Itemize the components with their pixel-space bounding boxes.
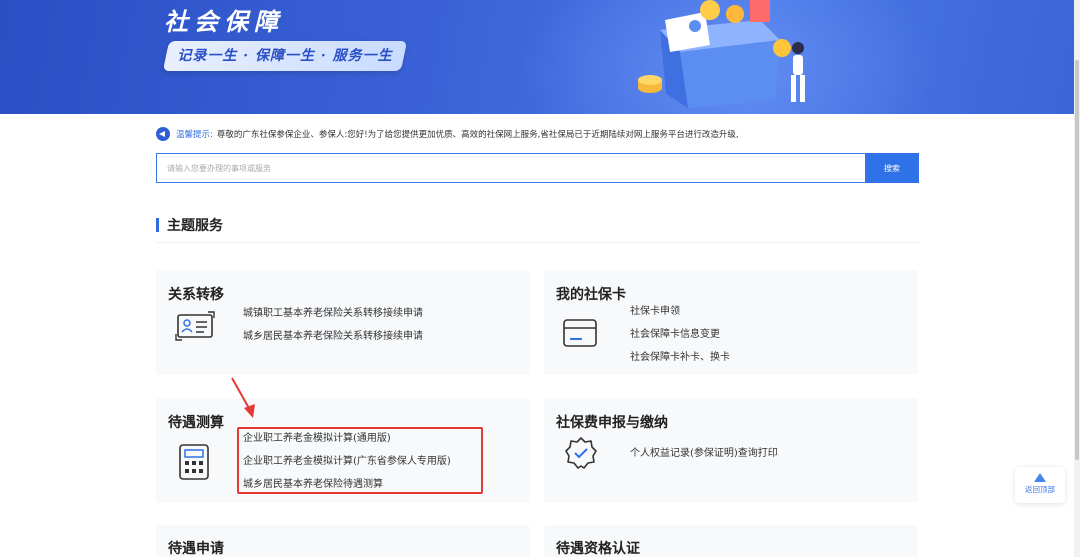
notice-label: 温馨提示: [176, 130, 213, 140]
card-qualify-title: 待遇资格认证 [556, 541, 640, 557]
megaphone-icon [156, 127, 170, 141]
link-card-replace[interactable]: 社会保障卡补卡、换卡 [630, 346, 730, 369]
bank-card-icon [563, 319, 597, 347]
card-qualify: 待遇资格认证 [544, 525, 918, 557]
notice-bar: 温馨提示: 尊敬的广东社保参保企业、参保人:您好!为了给您提供更加优质、高效的社… [156, 126, 918, 142]
section-title: 主题服务 [156, 216, 223, 234]
section-accent-bar [156, 218, 159, 232]
page: 社会保障 记录一生 · 保障一生 · 服务一生 温馨提示: 尊敬的广东社保参保企… [0, 0, 1080, 557]
banner-title: 社会保障 [164, 7, 284, 36]
card-social-card-title: 我的社保卡 [556, 287, 626, 303]
card-calc-title: 待遇测算 [168, 415, 224, 431]
highlight-box [237, 427, 483, 494]
card-payment-title: 社保费申报与缴纳 [556, 415, 668, 431]
link-card-info-change[interactable]: 社会保障卡信息变更 [630, 323, 730, 346]
page-scrollbar[interactable] [1074, 0, 1080, 557]
search-bar: 搜索 [156, 153, 919, 183]
banner-slogan: 记录一生 · 保障一生 · 服务一生 [162, 41, 408, 71]
search-button[interactable]: 搜索 [865, 153, 919, 183]
back-to-top-label: 返回顶部 [1025, 485, 1055, 494]
banner: 社会保障 记录一生 · 保障一生 · 服务一生 [0, 0, 1080, 114]
card-transfer-title: 关系转移 [168, 287, 224, 303]
section-title-text: 主题服务 [167, 218, 223, 234]
link-rural-transfer[interactable]: 城乡居民基本养老保险关系转移接续申请 [243, 325, 423, 348]
calculator-icon [179, 444, 209, 480]
link-urban-transfer[interactable]: 城镇职工基本养老保险关系转移接续申请 [243, 302, 423, 325]
card-payment-links: 个人权益记录(参保证明)查询打印 [630, 442, 778, 465]
arrow-up-icon [1034, 473, 1046, 482]
card-transfer-links: 城镇职工基本养老保险关系转移接续申请 城乡居民基本养老保险关系转移接续申请 [243, 302, 423, 348]
card-social-card-links: 社保卡申领 社会保障卡信息变更 社会保障卡补卡、换卡 [630, 300, 730, 369]
card-payment: 社保费申报与缴纳 个人权益记录(参保证明)查询打印 [544, 398, 918, 503]
section-divider [156, 242, 919, 243]
banner-slogan-text: 记录一生 · 保障一生 · 服务一生 [177, 48, 393, 64]
banner-illustration [638, 0, 805, 108]
id-card-transfer-icon [175, 311, 215, 341]
card-apply: 待遇申请 [156, 525, 530, 557]
annotation-arrow-icon [231, 377, 255, 418]
back-to-top-button[interactable]: 返回顶部 [1015, 467, 1065, 503]
search-input[interactable] [156, 153, 865, 183]
card-social-card: 我的社保卡 社保卡申领 社会保障卡信息变更 社会保障卡补卡、换卡 [544, 270, 918, 375]
card-transfer: 关系转移 城镇职工基本养老保险关系转移接续申请 城乡居民基本养老保险关系转移接续… [156, 270, 530, 375]
link-card-apply[interactable]: 社保卡申领 [630, 300, 730, 323]
scrollbar-thumb[interactable] [1075, 60, 1079, 460]
verified-badge-icon [565, 437, 597, 469]
link-rights-record-print[interactable]: 个人权益记录(参保证明)查询打印 [630, 442, 778, 465]
notice-text: 尊敬的广东社保参保企业、参保人:您好!为了给您提供更加优质、高效的社保网上服务,… [216, 130, 739, 140]
card-apply-title: 待遇申请 [168, 541, 224, 557]
